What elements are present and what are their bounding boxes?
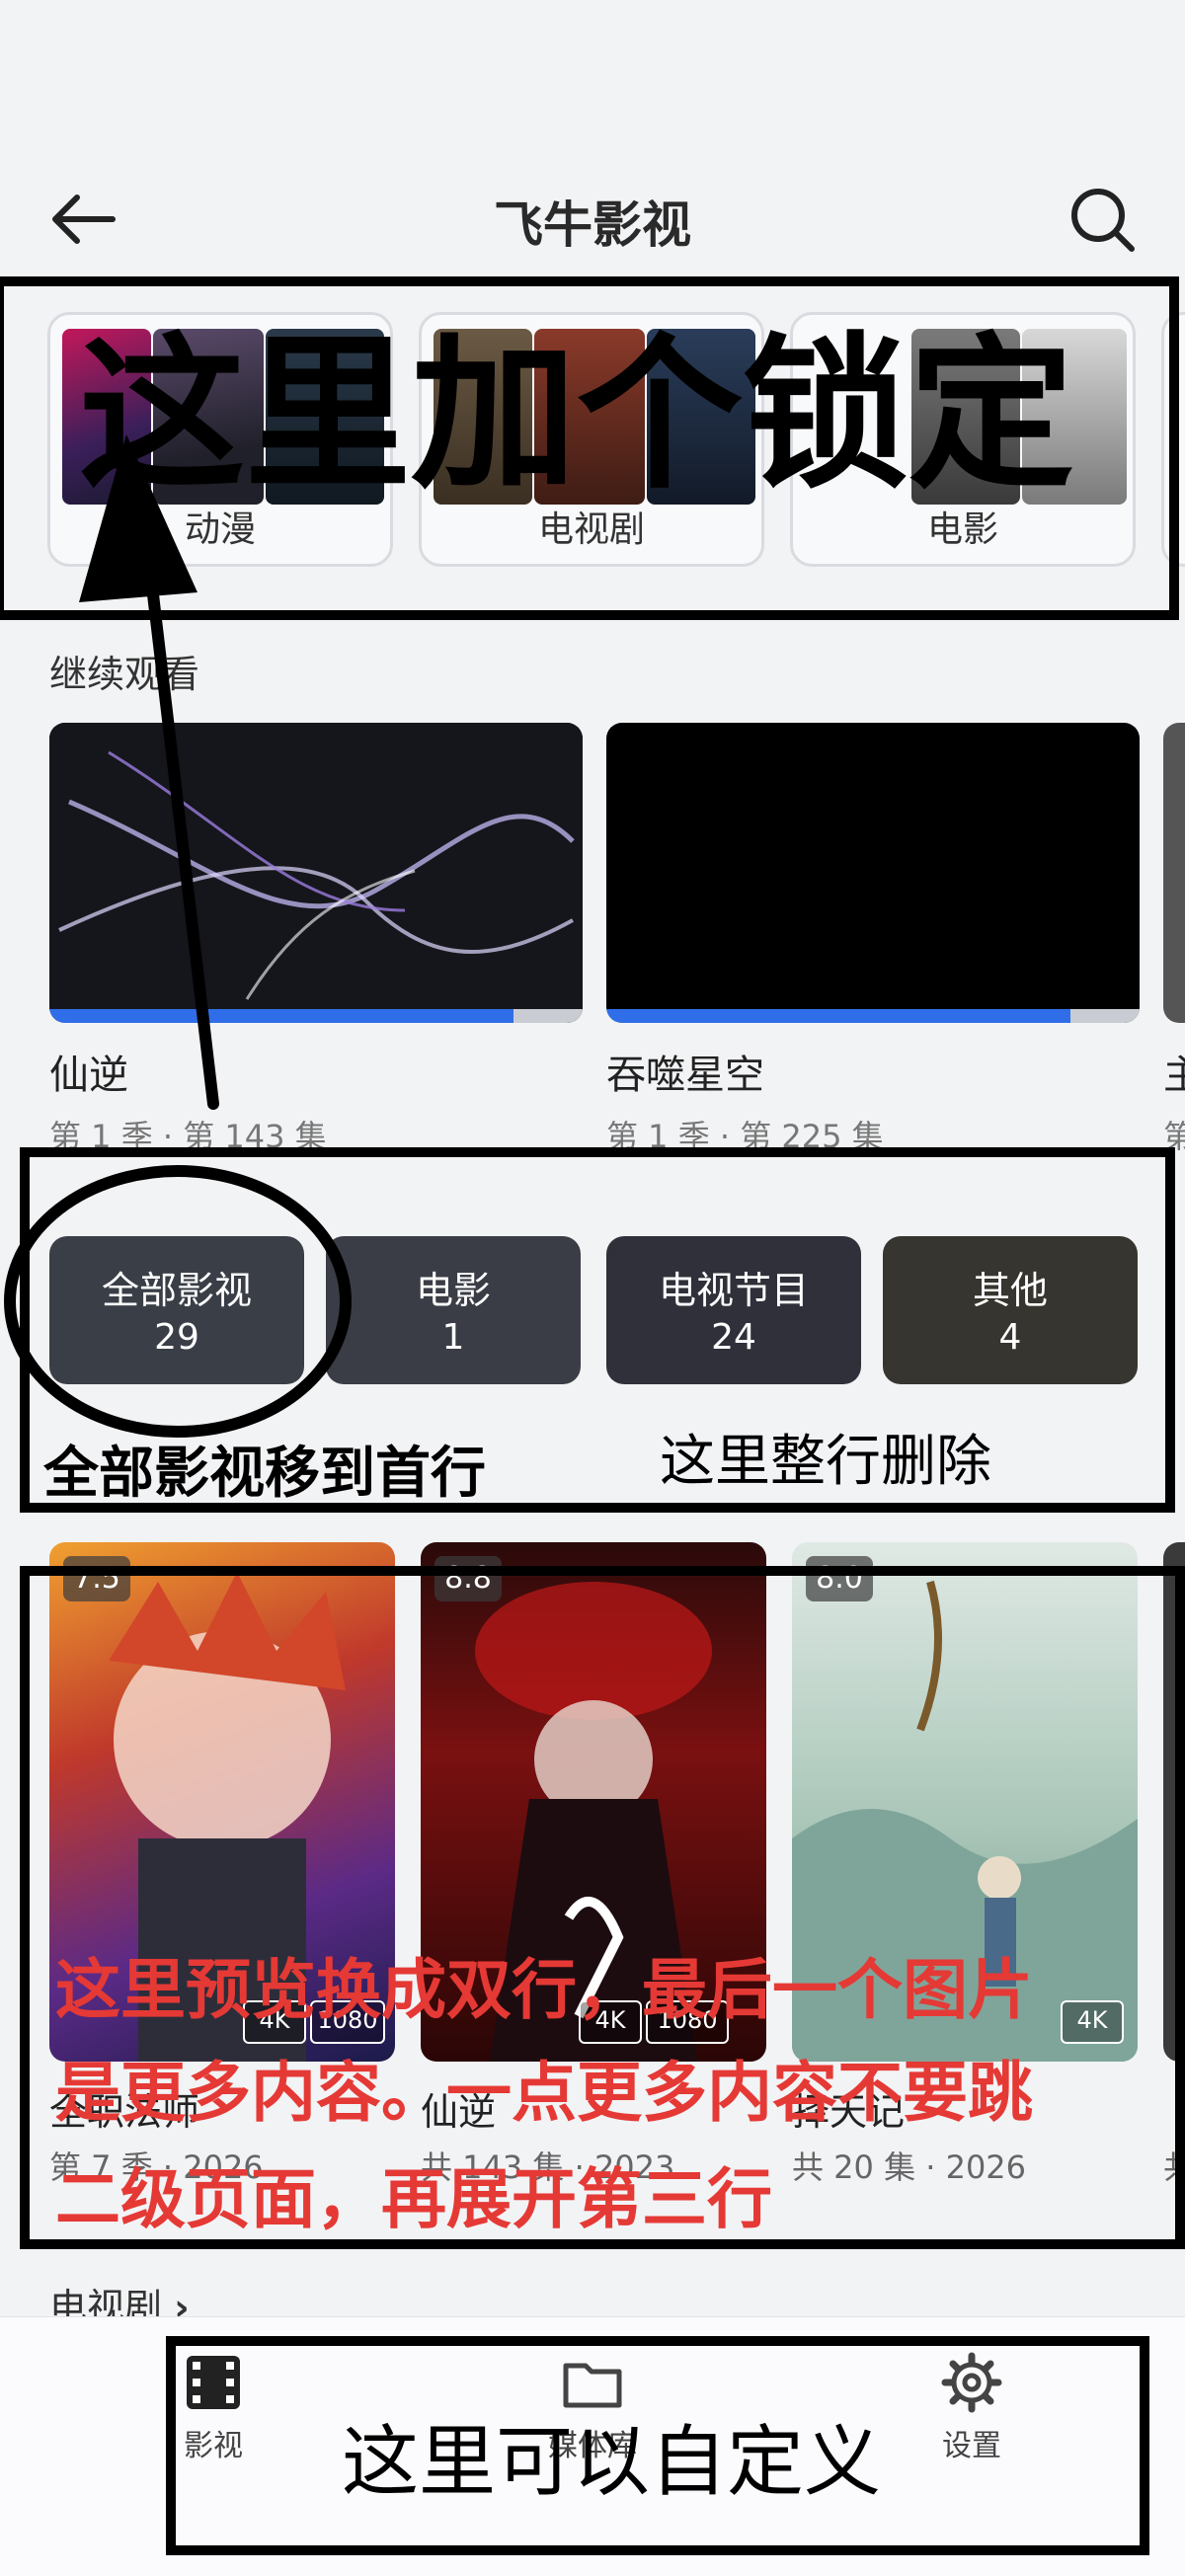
annotation-preview-line2: 是更多内容。一点更多内容不要跳 bbox=[55, 2055, 1033, 2131]
annotation-customize-text: 这里可以自定义 bbox=[342, 2418, 882, 2507]
annotation-box-posters bbox=[20, 1566, 1185, 2249]
annotation-preview-line3: 二级页面，再展开第三行 bbox=[55, 2161, 772, 2237]
annotation-circle bbox=[4, 1165, 352, 1438]
annotation-delete-text: 这里整行删除 bbox=[660, 1430, 991, 1494]
annotation-arrow bbox=[79, 434, 219, 1110]
annotation-move-text: 全部影视移到首行 bbox=[43, 1442, 486, 1506]
annotation-preview-line1: 这里预览换成双行，最后一个图片 bbox=[55, 1952, 1033, 2028]
